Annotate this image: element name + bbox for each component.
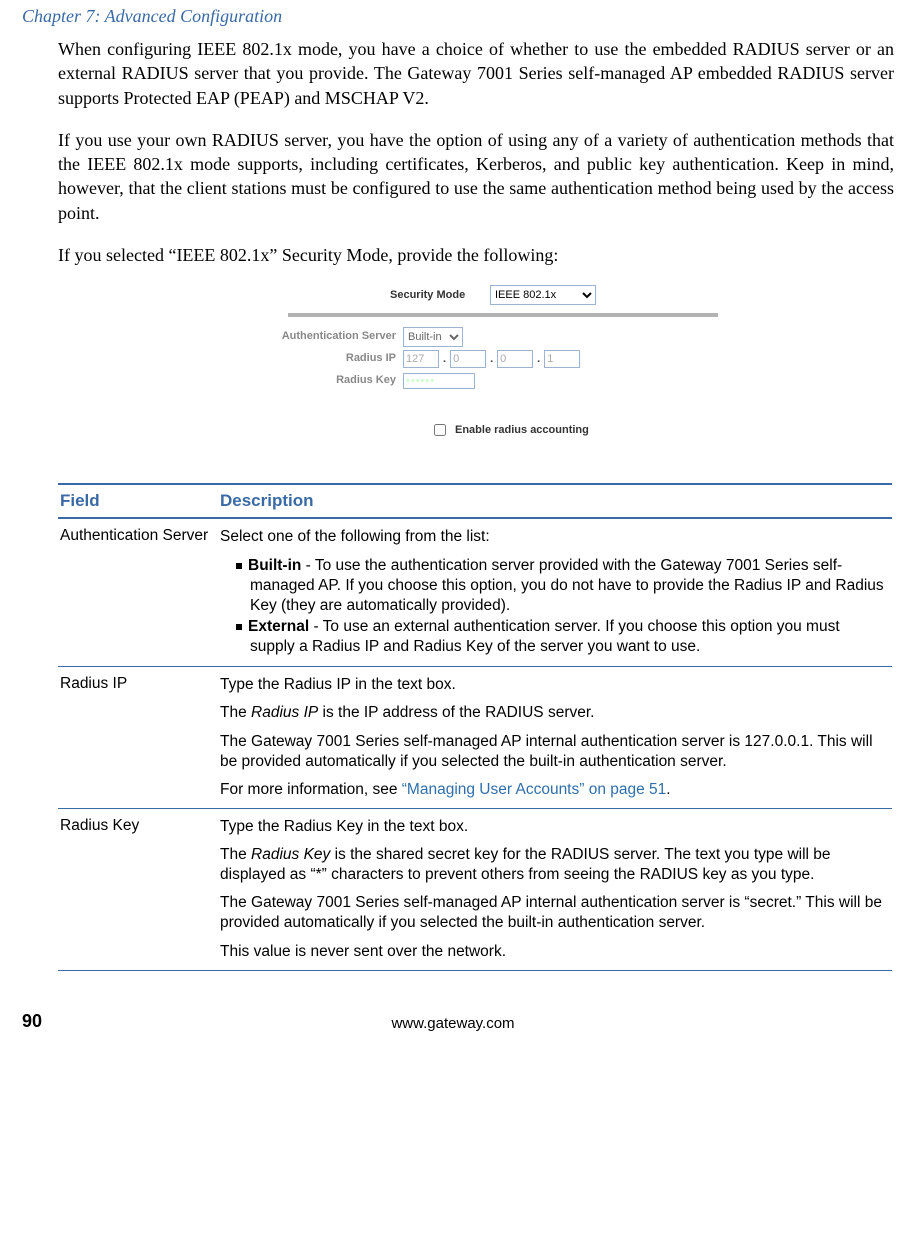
desc-text: The Gateway 7001 Series self-managed AP … [220,893,884,933]
desc-text: Select one of the following from the lis… [220,527,884,547]
bullet-rest: - To use the authentication server provi… [250,557,884,614]
enable-accounting-row: Enable radius accounting [430,421,589,439]
table-header-row: Field Description [58,484,892,518]
radius-ip-octet-4[interactable] [544,350,580,368]
desc-text: For more information, see “Managing User… [220,780,884,800]
radius-ip-octet-3[interactable] [497,350,533,368]
enable-accounting-label: Enable radius accounting [455,424,589,436]
fields-table: Field Description Authentication Server … [58,483,892,970]
header-field: Field [58,484,218,518]
emphasis: Radius IP [251,704,318,721]
table-row: Radius Key Type the Radius Key in the te… [58,808,892,970]
dot-icon: . [537,353,540,365]
desc-text: This value is never sent over the networ… [220,942,884,962]
page: Chapter 7: Advanced Configuration When c… [0,0,916,989]
list-item: External - To use an external authentica… [236,617,884,657]
cell-description: Select one of the following from the lis… [218,518,892,666]
radius-ip-octet-1[interactable] [403,350,439,368]
radius-ip-octet-2[interactable] [450,350,486,368]
enable-accounting-checkbox[interactable] [434,424,446,436]
paragraph-1: When configuring IEEE 802.1x mode, you h… [58,37,894,110]
bullet-list: Built-in - To use the authentication ser… [220,556,884,658]
list-item: Built-in - To use the authentication ser… [236,556,884,616]
auth-server-select[interactable]: Built-in [403,327,463,347]
bullet-rest: - To use an external authentication serv… [250,618,840,655]
bullet-bold: External [248,618,309,635]
page-number: 90 [22,1011,42,1032]
auth-server-label: Authentication Server [200,330,396,342]
radius-key-input[interactable] [403,373,475,389]
security-mode-label: Security Mode [390,289,465,301]
table-row: Authentication Server Select one of the … [58,518,892,666]
paragraph-3: If you selected “IEEE 802.1x” Security M… [58,243,894,267]
header-description: Description [218,484,892,518]
radius-ip-label: Radius IP [200,352,396,364]
cell-description: Type the Radius IP in the text box. The … [218,667,892,809]
bullet-bold: Built-in [248,557,301,574]
radius-key-label: Radius Key [200,374,396,386]
cell-description: Type the Radius Key in the text box. The… [218,808,892,970]
desc-text: The Radius IP is the IP address of the R… [220,703,884,723]
site-url: www.gateway.com [42,1015,864,1032]
paragraph-2: If you use your own RADIUS server, you h… [58,128,894,225]
cell-field: Radius Key [58,808,218,970]
desc-text: Type the Radius IP in the text box. [220,675,884,695]
config-screenshot: Security Mode IEEE 802.1x Authentication… [200,285,716,457]
emphasis: Radius Key [251,846,330,863]
radius-ip-row: . . . [403,350,580,368]
bullet-icon [236,624,242,630]
cell-field: Authentication Server [58,518,218,666]
dot-icon: . [443,353,446,365]
desc-text: Type the Radius Key in the text box. [220,817,884,837]
bullet-icon [236,563,242,569]
page-footer: 90 www.gateway.com [0,989,916,1032]
desc-text: The Radius Key is the shared secret key … [220,845,884,885]
security-mode-select[interactable]: IEEE 802.1x [490,285,596,305]
divider [288,313,718,317]
desc-text: The Gateway 7001 Series self-managed AP … [220,732,884,772]
chapter-title: Chapter 7: Advanced Configuration [22,6,894,27]
table-row: Radius IP Type the Radius IP in the text… [58,667,892,809]
cross-ref-link[interactable]: “Managing User Accounts” on page 51 [402,781,667,798]
cell-field: Radius IP [58,667,218,809]
dot-icon: . [490,353,493,365]
